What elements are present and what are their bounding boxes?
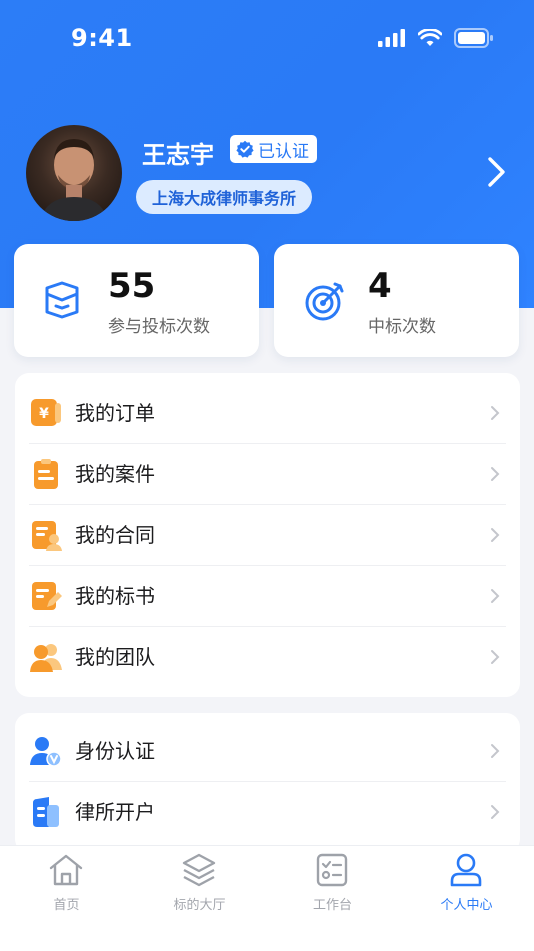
team-icon bbox=[30, 644, 62, 672]
bid-count-label: 参与投标次数 bbox=[108, 317, 210, 337]
menu-item-identity[interactable]: 身份认证 bbox=[15, 721, 520, 782]
menu-label-tenders: 我的标书 bbox=[75, 584, 155, 608]
avatar[interactable] bbox=[26, 125, 122, 221]
user-icon bbox=[450, 853, 482, 887]
identity-verify-icon bbox=[30, 737, 62, 767]
bid-icon bbox=[45, 281, 79, 319]
chevron-right-icon bbox=[491, 805, 500, 819]
tab-home[interactable]: 首页 bbox=[0, 846, 133, 926]
tab-label-home: 首页 bbox=[53, 898, 80, 913]
profile-summary[interactable]: 王志宇 已认证 上海大成律师事务所 bbox=[26, 125, 516, 225]
menu-item-firm-account[interactable]: 律所开户 bbox=[15, 782, 520, 843]
win-count-label: 中标次数 bbox=[368, 317, 436, 337]
win-count-card[interactable]: 4 中标次数 bbox=[274, 244, 519, 357]
menu-item-tenders[interactable]: 我的标书 bbox=[15, 566, 520, 627]
chevron-right-icon bbox=[491, 650, 500, 664]
menu-group-account: 身份认证 律所开户 bbox=[15, 713, 520, 853]
law-firm-name: 上海大成律师事务所 bbox=[152, 189, 297, 208]
tab-label-profile: 个人中心 bbox=[440, 898, 493, 913]
verified-label: 已认证 bbox=[258, 141, 309, 162]
status-bar: 9:41 bbox=[0, 0, 534, 80]
layers-icon bbox=[182, 853, 216, 887]
menu-item-orders[interactable]: ¥ 我的订单 bbox=[15, 383, 520, 444]
target-icon bbox=[305, 282, 344, 321]
tab-listings[interactable]: 标的大厅 bbox=[133, 846, 266, 926]
bid-count-value: 55 bbox=[108, 266, 156, 306]
menu-label-identity: 身份认证 bbox=[75, 739, 155, 763]
verified-badge: 已认证 bbox=[230, 135, 317, 163]
home-icon bbox=[49, 854, 83, 886]
tab-label-listings: 标的大厅 bbox=[173, 898, 226, 913]
tab-workbench[interactable]: 工作台 bbox=[266, 846, 399, 926]
menu-item-cases[interactable]: 我的案件 bbox=[15, 444, 520, 505]
menu-item-team[interactable]: 我的团队 bbox=[15, 627, 520, 688]
cellular-signal-icon bbox=[378, 29, 405, 47]
menu-label-contracts: 我的合同 bbox=[75, 523, 155, 547]
case-clipboard-icon bbox=[34, 459, 58, 489]
tender-edit-icon bbox=[32, 582, 62, 610]
order-yen-icon: ¥ bbox=[31, 399, 61, 426]
bottom-tab-bar: 首页 标的大厅 工作台 个人中心 bbox=[0, 845, 534, 951]
menu-group-main: ¥ 我的订单 我的案件 我的合同 我的标书 我的团队 bbox=[15, 373, 520, 697]
status-icons bbox=[378, 28, 494, 48]
menu-label-team: 我的团队 bbox=[75, 645, 155, 669]
avatar-portrait-icon bbox=[40, 139, 108, 221]
chevron-right-icon bbox=[491, 467, 500, 481]
law-firm-pill: 上海大成律师事务所 bbox=[136, 180, 313, 214]
wifi-icon bbox=[418, 29, 442, 46]
menu-item-contracts[interactable]: 我的合同 bbox=[15, 505, 520, 566]
menu-label-firm-account: 律所开户 bbox=[75, 800, 155, 824]
firm-account-icon bbox=[33, 797, 59, 827]
chevron-right-icon bbox=[491, 589, 500, 603]
verified-check-icon bbox=[236, 140, 254, 158]
user-name: 王志宇 bbox=[142, 141, 214, 169]
chevron-right-icon bbox=[491, 744, 500, 758]
win-count-value: 4 bbox=[368, 266, 392, 306]
profile-chevron-right-icon[interactable] bbox=[486, 155, 508, 189]
svg-text:¥: ¥ bbox=[39, 406, 49, 422]
tab-label-workbench: 工作台 bbox=[312, 898, 352, 913]
tab-profile[interactable]: 个人中心 bbox=[400, 846, 533, 926]
bid-count-card[interactable]: 55 参与投标次数 bbox=[14, 244, 259, 357]
workbench-icon bbox=[316, 853, 348, 887]
battery-icon bbox=[454, 28, 493, 48]
contract-icon bbox=[32, 521, 62, 551]
chevron-right-icon bbox=[491, 528, 500, 542]
chevron-right-icon bbox=[491, 406, 500, 420]
menu-label-orders: 我的订单 bbox=[75, 401, 155, 425]
menu-label-cases: 我的案件 bbox=[75, 462, 155, 486]
status-time: 9:41 bbox=[71, 24, 133, 52]
